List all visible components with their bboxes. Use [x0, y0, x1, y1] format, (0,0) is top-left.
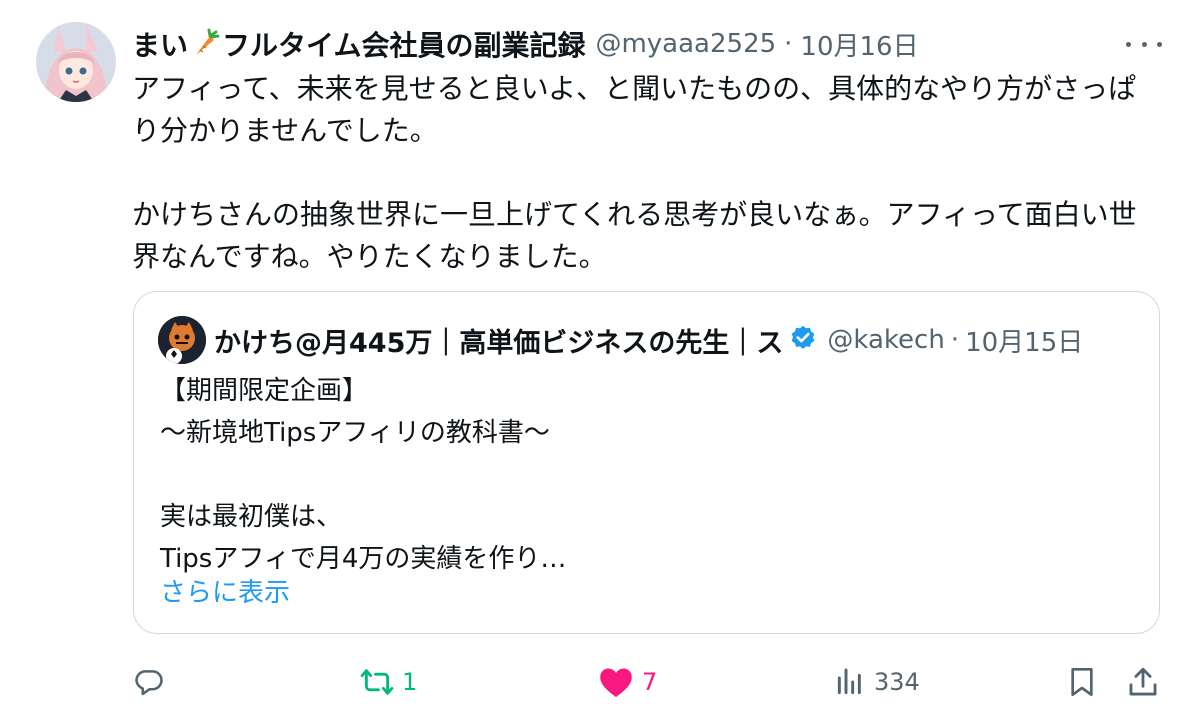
- header-separator: ·: [784, 29, 793, 59]
- tweet-text: アフィって、未来を見せると良いよ、と聞いたものの、具体的なやり方がさっぱり分かり…: [132, 72, 1137, 273]
- views-button[interactable]: 334: [834, 660, 920, 704]
- bookmark-icon: [1066, 665, 1098, 699]
- tweet[interactable]: まい フルタイム会社員の副業記録 @myaaa2525 · 10月16日 アフィっ…: [0, 0, 1200, 714]
- retweet-icon: [360, 665, 394, 699]
- like-button[interactable]: 7: [598, 660, 657, 704]
- share-button[interactable]: [1126, 660, 1160, 704]
- show-more-link[interactable]: さらに表示: [160, 572, 290, 609]
- reply-icon: [132, 665, 166, 699]
- carrot-icon: [190, 28, 220, 65]
- quote-avatar[interactable]: [158, 316, 206, 364]
- quote-display-name[interactable]: かけち@月445万｜高単価ビジネスの先生｜ス: [214, 321, 783, 360]
- avatar[interactable]: [36, 22, 116, 102]
- more-options-icon[interactable]: [1126, 34, 1162, 54]
- bookmark-button[interactable]: [1066, 660, 1098, 704]
- display-name[interactable]: まい フルタイム会社員の副業記録: [132, 24, 585, 65]
- display-name-post: フルタイム会社員の副業記録: [222, 28, 586, 62]
- display-name-pre: まい: [132, 28, 189, 62]
- heart-icon: [598, 665, 634, 699]
- views-count: 334: [874, 668, 920, 696]
- retweet-count: 1: [402, 668, 418, 696]
- verified-badge-icon: [789, 324, 817, 356]
- quote-user-handle[interactable]: @kakech: [827, 325, 944, 355]
- reply-button[interactable]: [132, 660, 166, 704]
- tweet-date[interactable]: 10月16日: [800, 26, 918, 63]
- retweet-button[interactable]: 1: [360, 660, 417, 704]
- tweet-actions: 1 7 334: [132, 660, 1172, 704]
- quote-header-separator: ·: [950, 325, 960, 355]
- quote-date[interactable]: 10月15日: [965, 322, 1083, 359]
- avatar-image: [36, 22, 116, 102]
- like-count: 7: [642, 668, 658, 696]
- tweet-header: まい フルタイム会社員の副業記録 @myaaa2525 · 10月16日: [132, 24, 1172, 64]
- quote-avatar-image: [158, 316, 206, 364]
- user-handle[interactable]: @myaaa2525: [595, 29, 776, 59]
- share-icon: [1126, 665, 1160, 699]
- views-icon: [834, 666, 866, 698]
- quote-header: かけち@月445万｜高単価ビジネスの先生｜ス @kakech · 10月15日: [214, 318, 1139, 362]
- quote-text: 【期間限定企画】 〜新境地Tipsアフィリの教科書〜 実は最初僕は、 Tipsア…: [160, 376, 567, 574]
